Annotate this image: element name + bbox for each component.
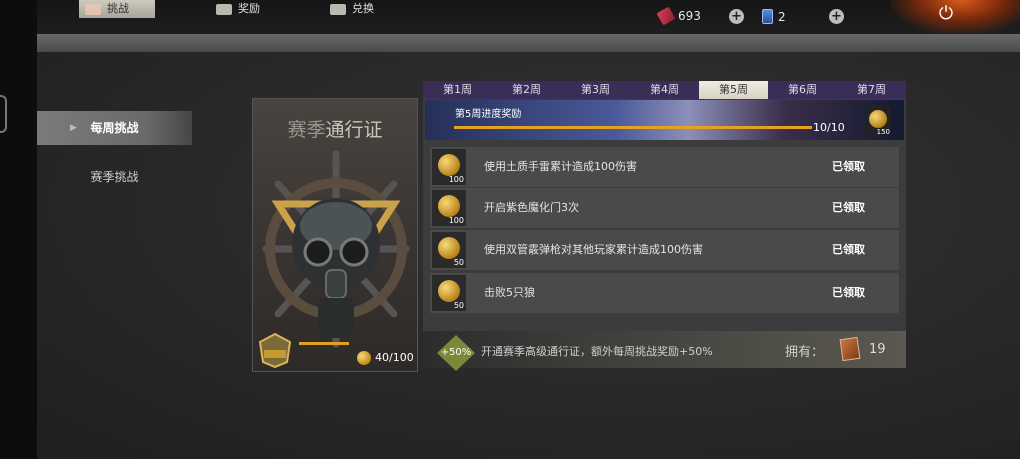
season-pass-card[interactable]: 赛季通行证 40/100 <box>252 98 418 372</box>
task-description: 使用双管霰弹枪对其他玩家累计造成100伤害 <box>484 243 703 256</box>
task-reward-count: 50 <box>453 301 464 310</box>
task-status-claimed: 已领取 <box>832 286 865 299</box>
exchange-icon <box>330 3 346 15</box>
season-emblem-icon <box>258 332 292 368</box>
task-row: 100 使用土质手雷累计造成100伤害 已领取 <box>430 147 899 187</box>
tab-week-4[interactable]: 第4周 <box>630 81 699 99</box>
pass-title: 赛季通行证 <box>287 119 383 141</box>
task-reward: 100 <box>432 190 466 226</box>
pass-progress-text: 40/100 <box>375 351 414 364</box>
premium-pass-footer: +50% 开通赛季高级通行证，额外每周挑战奖励+50% 拥有： 19 <box>423 331 906 371</box>
add-tickets-button[interactable]: + <box>729 9 744 24</box>
task-row: 50 使用双管霰弹枪对其他玩家累计造成100伤害 已领取 <box>430 230 899 270</box>
task-reward: 50 <box>432 232 466 268</box>
weekly-challenge-panel: 第1周 第2周 第3周 第4周 第5周 第6周 第7周 第5周进度奖励 10/1… <box>423 81 906 371</box>
tab-week-3[interactable]: 第3周 <box>561 81 630 99</box>
task-status-claimed: 已领取 <box>832 201 865 214</box>
task-status-claimed: 已领取 <box>832 160 865 173</box>
tab-challenge-label: 挑战 <box>107 2 129 15</box>
bonus-badge: +50% <box>437 335 475 371</box>
card-resource: 2 <box>762 9 786 24</box>
owned-label: 拥有： <box>785 345 825 360</box>
ticket-resource: 693 <box>656 6 701 26</box>
sidebar-item-label: 每周挑战 <box>90 121 139 135</box>
task-row: 50 击败5只狼 已领取 <box>430 273 899 313</box>
coin-icon <box>357 351 371 365</box>
task-reward-count: 50 <box>453 258 464 267</box>
tab-week-7[interactable]: 第7周 <box>837 81 906 99</box>
ticket-count: 693 <box>678 9 701 23</box>
task-row: 100 开启紫色魔化门3次 已领取 <box>430 188 899 228</box>
week-progress-banner: 第5周进度奖励 10/10 150 <box>425 100 904 140</box>
banner-reward[interactable]: 150 <box>865 106 891 136</box>
coin-icon <box>438 280 460 302</box>
left-edge-strip <box>0 0 37 459</box>
task-description: 开启紫色魔化门3次 <box>484 201 579 214</box>
banner-reward-count: 150 <box>876 128 890 136</box>
task-description: 使用土质手雷累计造成100伤害 <box>484 160 637 173</box>
tab-exchange[interactable]: 兑换 <box>330 0 374 18</box>
nav-bar <box>37 34 1020 52</box>
tab-exchange-label: 兑换 <box>352 2 374 15</box>
reward-icon <box>216 3 232 15</box>
task-reward: 100 <box>432 149 466 185</box>
power-icon[interactable]: ⏻ <box>935 3 957 25</box>
task-status-claimed: 已领取 <box>832 243 865 256</box>
top-status-bar <box>37 0 1020 34</box>
sidebar-item-label: 赛季挑战 <box>90 170 139 184</box>
tab-reward[interactable]: 奖励 <box>216 0 260 18</box>
tab-reward-label: 奖励 <box>238 2 260 15</box>
premium-pass-hint: 开通赛季高级通行证，额外每周挑战奖励+50% <box>481 345 713 358</box>
coin-icon <box>438 195 460 217</box>
task-description: 击败5只狼 <box>484 286 535 299</box>
pass-card-icon <box>839 336 861 362</box>
owned-count: 19 <box>869 342 886 357</box>
side-drawer-handle[interactable] <box>0 95 7 133</box>
coin-icon <box>438 154 460 176</box>
ticket-icon <box>656 6 676 26</box>
tab-week-2[interactable]: 第2周 <box>492 81 561 99</box>
banner-progress-bar <box>454 126 812 129</box>
task-reward-count: 100 <box>448 216 464 225</box>
card-icon <box>762 9 773 24</box>
banner-title: 第5周进度奖励 <box>455 109 522 120</box>
tab-challenge[interactable]: 挑战 <box>79 0 155 18</box>
tab-week-1[interactable]: 第1周 <box>423 81 492 99</box>
challenge-icon <box>85 3 101 15</box>
coin-icon <box>438 237 460 259</box>
add-cards-button[interactable]: + <box>829 9 844 24</box>
task-reward: 50 <box>432 275 466 311</box>
card-count: 2 <box>778 9 786 24</box>
tab-week-6[interactable]: 第6周 <box>768 81 837 99</box>
sidebar-item-weekly[interactable]: ▶ 每周挑战 <box>37 111 192 145</box>
banner-progress-count: 10/10 <box>813 121 845 134</box>
sidebar-item-season[interactable]: 赛季挑战 <box>37 160 192 194</box>
pass-progress-bar <box>299 342 349 345</box>
week-tab-bar: 第1周 第2周 第3周 第4周 第5周 第6周 第7周 <box>423 81 906 99</box>
tab-week-5[interactable]: 第5周 <box>699 81 768 99</box>
chevron-right-icon: ▶ <box>70 123 77 133</box>
coin-icon <box>869 110 887 128</box>
task-reward-count: 100 <box>448 175 464 184</box>
